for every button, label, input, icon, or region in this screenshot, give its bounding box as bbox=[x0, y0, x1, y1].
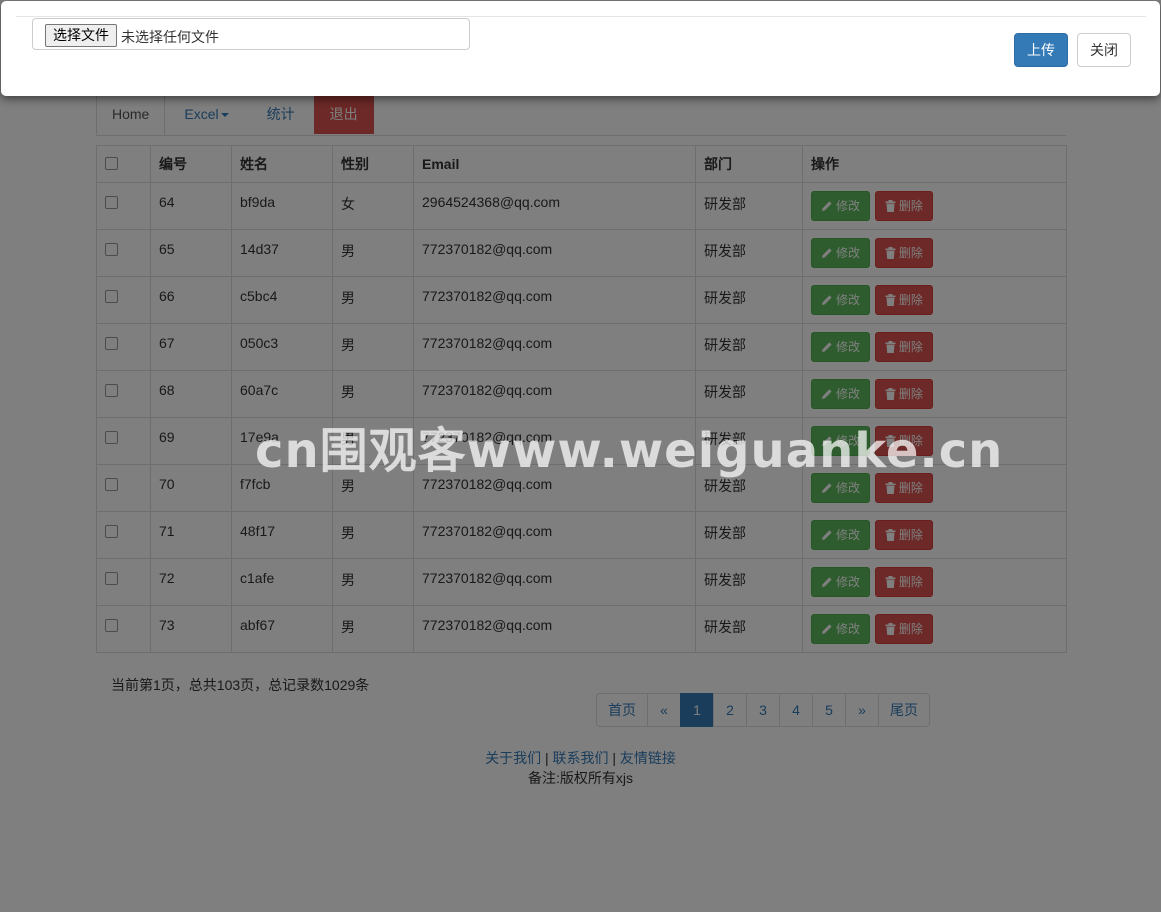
page: Home Excel 统计 退出 编号 姓名 性别 Email 部门 操作 bbox=[0, 0, 1161, 912]
watermark: cn围观客www.weiguanke.cn bbox=[255, 423, 1004, 479]
choose-file-button[interactable]: 选择文件 bbox=[45, 24, 117, 47]
upload-button[interactable]: 上传 bbox=[1014, 33, 1068, 67]
upload-modal: 选择文件 未选择任何文件 上传 关闭 bbox=[1, 1, 1160, 96]
file-input[interactable]: 选择文件 未选择任何文件 bbox=[32, 18, 470, 50]
modal-divider bbox=[16, 16, 1146, 17]
file-status: 未选择任何文件 bbox=[121, 29, 219, 45]
close-button[interactable]: 关闭 bbox=[1077, 33, 1131, 67]
